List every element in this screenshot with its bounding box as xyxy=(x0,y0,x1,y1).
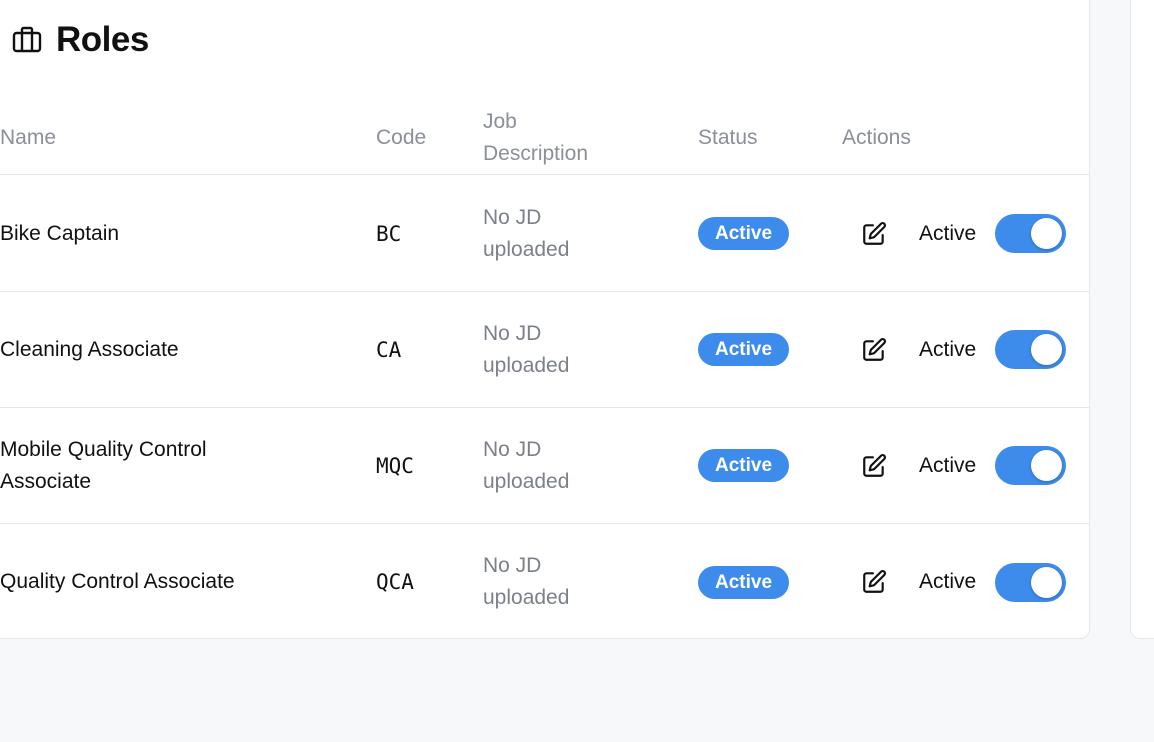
status-cell: Active xyxy=(698,176,790,291)
toggle-label: Active xyxy=(919,221,977,245)
edit-cell xyxy=(860,408,888,523)
status-cell: Active xyxy=(698,292,790,407)
edit-cell xyxy=(860,176,888,291)
role-job-description: No JD uploaded xyxy=(483,554,570,609)
side-panel xyxy=(1130,0,1154,639)
header-actions: Actions xyxy=(842,126,911,149)
toggle-knob xyxy=(1031,566,1062,598)
edit-icon[interactable] xyxy=(860,452,888,480)
role-code: QCA xyxy=(376,570,414,594)
table-row: Mobile Quality Control Associate MQC No … xyxy=(0,408,1090,524)
status-badge: Active xyxy=(698,333,790,366)
role-name: Quality Control Associate xyxy=(0,570,235,593)
toggle-cell xyxy=(995,524,1066,640)
header-status: Status xyxy=(698,126,758,149)
table-row: Cleaning Associate CA No JD uploaded Act… xyxy=(0,292,1090,408)
header-code: Code xyxy=(376,126,427,149)
status-cell: Active xyxy=(698,524,790,640)
status-cell: Active xyxy=(698,408,790,523)
toggle-label: Active xyxy=(919,453,977,477)
role-name: Bike Captain xyxy=(0,221,120,245)
role-name: Mobile Quality Control Associate xyxy=(0,437,207,493)
table-row: Quality Control Associate QCA No JD uplo… xyxy=(0,524,1090,640)
role-code: BC xyxy=(376,221,402,246)
role-job-description: No JD uploaded xyxy=(483,205,570,261)
edit-icon[interactable] xyxy=(860,568,888,596)
active-toggle[interactable] xyxy=(995,330,1066,369)
page-title: Roles xyxy=(56,20,149,59)
status-badge: Active xyxy=(698,449,790,482)
toggle-label: Active xyxy=(919,570,977,593)
toggle-label: Active xyxy=(919,337,977,361)
active-toggle[interactable] xyxy=(995,214,1066,253)
active-toggle[interactable] xyxy=(995,562,1066,602)
role-job-description: No JD uploaded xyxy=(483,321,570,377)
edit-icon[interactable] xyxy=(860,336,888,364)
header-name: Name xyxy=(0,126,57,149)
edit-icon[interactable] xyxy=(860,220,888,248)
role-job-description: No JD uploaded xyxy=(483,437,570,493)
active-toggle[interactable] xyxy=(995,446,1066,485)
role-code: CA xyxy=(376,337,402,362)
roles-header: Roles xyxy=(12,20,149,60)
table-header: Name Code Job Description Status Actions xyxy=(0,104,1090,175)
header-job-description: Job Description xyxy=(483,110,589,165)
toggle-knob xyxy=(1031,334,1062,365)
role-name: Cleaning Associate xyxy=(0,337,179,361)
toggle-knob xyxy=(1031,218,1062,249)
table-row: Bike Captain BC No JD uploaded Active Ac… xyxy=(0,176,1090,292)
edit-cell xyxy=(860,292,888,407)
toggle-cell xyxy=(995,176,1066,291)
toggle-cell xyxy=(995,292,1066,407)
edit-cell xyxy=(860,524,888,640)
briefcase-icon xyxy=(12,26,42,54)
toggle-knob xyxy=(1031,450,1062,481)
role-code: MQC xyxy=(376,453,414,478)
toggle-cell xyxy=(995,408,1066,523)
status-badge: Active xyxy=(698,565,790,599)
status-badge: Active xyxy=(698,217,790,250)
